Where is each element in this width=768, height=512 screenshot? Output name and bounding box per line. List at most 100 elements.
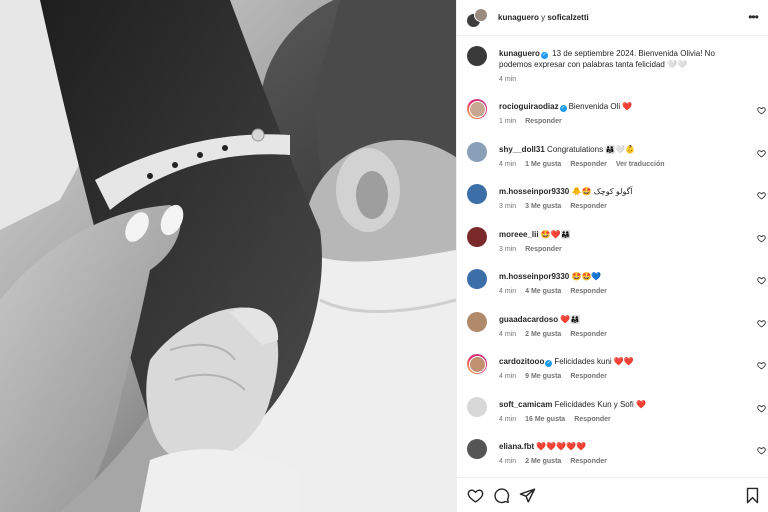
caption-meta: 4 min: [499, 76, 525, 83]
comment-username[interactable]: m.hosseinpor9330: [499, 272, 569, 281]
timestamp: 4 min: [499, 288, 517, 295]
comment-item: eliana.fbt ❤️❤️❤️❤️❤️ 4 min 2 Me gusta Resp…: [457, 437, 768, 479]
comment-username[interactable]: guaadacardoso: [499, 315, 558, 324]
comment-text: m.hosseinpor9330 🐥🤩 آگولو کوچک: [499, 186, 749, 197]
comment-meta: 4 min 2 Me gusta Responder: [499, 331, 616, 338]
likes-count[interactable]: 1 Me gusta: [525, 161, 561, 168]
comment-item: moreee_lii 🤩❤️👨‍👩‍👧 3 min Responder: [457, 225, 768, 267]
comment-text: soft_camicam Felicidades Kun y Sofi ❤️: [499, 399, 749, 410]
likes-count[interactable]: 2 Me gusta: [525, 331, 561, 338]
comment-item: rocioguiraodiaz ✓ Bienvenida Oli ❤️ 1 min Re…: [457, 97, 768, 139]
avatar[interactable]: [467, 141, 487, 162]
post-image-illustration: [0, 0, 456, 512]
avatar[interactable]: [467, 354, 487, 374]
caption-text: kunaguero ✓ 13 de septiembre 2024. Bienve…: [499, 48, 749, 70]
avatar[interactable]: [467, 396, 487, 417]
timestamp: 4 min: [499, 373, 517, 380]
comment-text: eliana.fbt ❤️❤️❤️❤️❤️: [499, 441, 749, 452]
comment-item: m.hosseinpor9330 🐥🤩 آگولو کوچک 3 min 3 Me …: [457, 182, 768, 224]
heart-icon[interactable]: [757, 446, 766, 455]
comment-item: cardozitooo ✓ Felicidades kuni ❤️❤️ 4 min 9 …: [457, 352, 768, 394]
post-authors: kunaguero y soficalzetti: [498, 13, 589, 22]
likes-count[interactable]: 2 Me gusta: [525, 458, 561, 465]
comment-item: soft_camicam Felicidades Kun y Sofi ❤️ 4 …: [457, 395, 768, 437]
author-username[interactable]: kunaguero: [498, 13, 539, 22]
heart-icon[interactable]: [757, 404, 766, 413]
comment-meta: 4 min 4 Me gusta Responder: [499, 288, 616, 295]
heart-icon[interactable]: [757, 106, 766, 115]
comment-username[interactable]: shy__doll31: [499, 145, 545, 154]
reply-button[interactable]: Responder: [570, 161, 607, 168]
heart-icon[interactable]: [757, 361, 766, 370]
heart-icon[interactable]: [757, 234, 766, 243]
timestamp: 3 min: [499, 203, 517, 210]
comment-body: Bienvenida Oli ❤️: [568, 102, 633, 111]
comment-username[interactable]: moreee_lii: [499, 230, 539, 239]
reply-button[interactable]: Responder: [570, 288, 607, 295]
likes-count[interactable]: 4 Me gusta: [525, 288, 561, 295]
comment-text: guaadacardoso ❤️👨‍👩‍👧: [499, 314, 749, 325]
comment-username[interactable]: eliana.fbt: [499, 442, 534, 451]
heart-icon[interactable]: [757, 319, 766, 328]
timestamp: 4 min: [499, 160, 517, 168]
comment-icon[interactable]: [493, 487, 510, 504]
comment-username[interactable]: soft_camicam: [499, 400, 552, 409]
likes-count[interactable]: 9 Me gusta: [525, 373, 561, 380]
comment-username[interactable]: rocioguiraodiaz: [499, 102, 559, 111]
reply-button[interactable]: Responder: [570, 331, 607, 338]
comment-meta: 4 min 9 Me gusta Responder: [499, 373, 616, 380]
reply-button[interactable]: Responder: [525, 246, 562, 253]
post-photo[interactable]: [0, 0, 456, 512]
comment-meta: 4 min 1 Me gusta Responder Ver traducción: [499, 161, 674, 168]
reply-button[interactable]: Responder: [570, 373, 607, 380]
heart-icon[interactable]: [757, 276, 766, 285]
action-bar: [457, 477, 768, 512]
avatar[interactable]: [467, 46, 487, 66]
comment-body: Congratulations 👨‍👩‍👧🤍👶: [547, 144, 636, 154]
bookmark-icon[interactable]: [744, 487, 761, 504]
comment-username[interactable]: m.hosseinpor9330: [499, 187, 569, 196]
comment-text: m.hosseinpor9330 🤩🤩💙: [499, 271, 749, 282]
comment-item: guaadacardoso ❤️👨‍👩‍👧 4 min 2 Me gusta Resp…: [457, 310, 768, 352]
timestamp: 4 min: [499, 76, 517, 83]
comment-meta: 4 min 16 Me gusta Responder: [499, 416, 620, 423]
avatar[interactable]: [467, 226, 487, 247]
verified-badge-icon: ✓: [559, 105, 567, 112]
comment-username[interactable]: cardozitooo: [499, 357, 544, 366]
comment-body: 🐥🤩 آگولو کوچک: [571, 187, 633, 196]
avatar[interactable]: [467, 99, 487, 119]
comment-text: cardozitooo ✓ Felicidades kuni ❤️❤️: [499, 356, 749, 367]
comment-body: ❤️👨‍👩‍👧: [560, 314, 581, 324]
reply-button[interactable]: Responder: [574, 416, 611, 423]
comment-item: shy__doll31 Congratulations 👨‍👩‍👧🤍👶 4 min…: [457, 140, 768, 182]
caption-username[interactable]: kunaguero: [499, 49, 540, 58]
post-header: kunaguero y soficalzetti •••: [457, 0, 768, 36]
see-translation-button[interactable]: Ver traducción: [616, 161, 665, 168]
comment-body: ❤️❤️❤️❤️❤️: [536, 442, 587, 451]
comment-item: m.hosseinpor9330 🤩🤩💙 4 min 4 Me gusta Respo…: [457, 267, 768, 309]
likes-count[interactable]: 3 Me gusta: [525, 203, 561, 210]
avatar[interactable]: [467, 311, 487, 332]
reply-button[interactable]: Responder: [570, 458, 607, 465]
heart-icon[interactable]: [757, 191, 766, 200]
timestamp: 4 min: [499, 330, 517, 338]
verified-badge-icon: ✓: [540, 52, 548, 59]
reply-button[interactable]: Responder: [525, 118, 562, 125]
timestamp: 4 min: [499, 458, 517, 465]
reply-button[interactable]: Responder: [570, 203, 607, 210]
heart-icon[interactable]: [467, 487, 484, 504]
heart-icon[interactable]: [757, 149, 766, 158]
likes-count[interactable]: 16 Me gusta: [525, 416, 565, 423]
send-icon[interactable]: [519, 487, 536, 504]
timestamp: 3 min: [499, 245, 517, 253]
avatar[interactable]: [467, 269, 487, 289]
more-options-icon[interactable]: •••: [746, 11, 760, 23]
comment-text: rocioguiraodiaz ✓ Bienvenida Oli ❤️: [499, 101, 749, 112]
comment-meta: 3 min Responder: [499, 246, 571, 253]
author-username[interactable]: soficalzetti: [547, 13, 588, 22]
comment-text: moreee_lii 🤩❤️👨‍👩‍👧: [499, 229, 749, 240]
avatar[interactable]: [467, 439, 487, 459]
collab-avatars[interactable]: [466, 8, 488, 30]
avatar[interactable]: [467, 184, 487, 204]
avatar[interactable]: [474, 8, 488, 22]
